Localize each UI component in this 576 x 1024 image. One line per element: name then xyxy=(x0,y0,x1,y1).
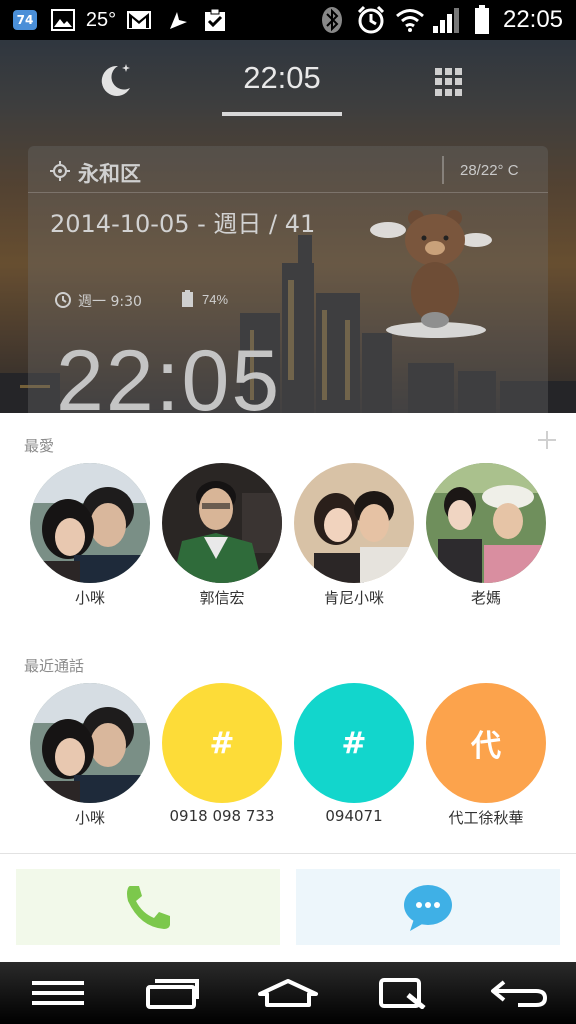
alarm-clock-icon xyxy=(54,290,72,308)
clipboard-check-icon xyxy=(200,0,230,40)
widget-tab-bar: 22:05 xyxy=(0,40,576,120)
favorite-contact[interactable]: 老媽 xyxy=(420,463,552,608)
chat-bubble-icon xyxy=(404,885,452,931)
recent-contact[interactable]: # 094071 xyxy=(288,683,420,825)
phone-icon xyxy=(127,886,170,929)
date-line: 2014-10-05 - 週日 / 41 xyxy=(50,210,316,238)
tab-clock[interactable]: 22:05 xyxy=(222,60,342,96)
battery-icon xyxy=(470,0,494,40)
favorite-contact[interactable]: 肯尼小咪 xyxy=(288,463,420,608)
favorite-contact[interactable]: 郭信宏 xyxy=(156,463,288,608)
avatar xyxy=(30,463,150,583)
home-widget: 22:05 永和区 28/22° C 2014-10-05 - 週日 / 41 xyxy=(0,40,576,413)
signal-icon xyxy=(430,0,464,40)
status-bar: 74 25° 22:05 xyxy=(0,0,576,40)
menu-icon[interactable] xyxy=(0,962,115,1024)
temperature-range: 28/22° C xyxy=(460,162,519,179)
bear-illustration xyxy=(368,206,498,346)
card-divider xyxy=(28,192,548,193)
favorite-contact[interactable]: 小咪 xyxy=(24,463,156,608)
avatar xyxy=(294,463,414,583)
avatar xyxy=(162,463,282,583)
grid-icon[interactable] xyxy=(435,68,463,96)
location-icon xyxy=(50,161,70,181)
recent-contact[interactable]: # 0918 098 733 xyxy=(156,683,288,825)
action-divider xyxy=(0,853,576,854)
message-button[interactable] xyxy=(296,869,560,945)
add-favorite-icon[interactable] xyxy=(537,430,557,450)
gmail-icon xyxy=(124,0,154,40)
next-alarm: 週一 9:30 xyxy=(78,294,142,310)
home-icon[interactable] xyxy=(230,962,345,1024)
android-notification-icon: 74 xyxy=(10,0,40,40)
avatar xyxy=(30,683,150,803)
contact-name: 肯尼小咪 xyxy=(323,589,384,607)
active-tab-indicator xyxy=(222,112,342,116)
card-separator xyxy=(442,156,444,184)
contact-name: 0918 098 733 xyxy=(169,807,275,825)
call-button[interactable] xyxy=(16,869,280,945)
contact-name: 老媽 xyxy=(470,589,501,607)
recent-contact[interactable]: 代 代工徐秋華 xyxy=(420,683,552,828)
bluetooth-icon xyxy=(318,0,346,40)
contacts-sheet: 最愛 小咪 郭信宏 肯尼小咪 老媽 最近通話 小咪 # 0918 098 733… xyxy=(0,413,576,962)
moon-icon[interactable] xyxy=(96,60,136,100)
status-clock: 22:05 xyxy=(502,6,564,33)
big-clock: 22:05 xyxy=(56,333,282,413)
contact-name: 094071 xyxy=(325,807,383,825)
recent-apps-icon[interactable] xyxy=(115,962,230,1024)
contact-name: 小咪 xyxy=(74,809,105,827)
contact-name: 代工徐秋華 xyxy=(448,809,524,827)
navigation-icon xyxy=(164,0,192,40)
letter-avatar: # xyxy=(294,683,414,803)
favorites-title: 最愛 xyxy=(24,437,55,455)
battery-level-icon xyxy=(182,290,193,307)
contact-name: 郭信宏 xyxy=(199,589,245,607)
battery-percent: 74% xyxy=(202,292,229,307)
letter-avatar: # xyxy=(162,683,282,803)
notification-count-badge: 74 xyxy=(13,10,37,30)
back-icon[interactable] xyxy=(461,962,576,1024)
contact-name: 小咪 xyxy=(74,589,105,607)
letter-avatar: 代 xyxy=(426,683,546,803)
location-name: 永和区 xyxy=(78,162,141,186)
recent-contact[interactable]: 小咪 xyxy=(24,683,156,828)
recent-calls-title: 最近通話 xyxy=(24,657,85,675)
weather-temperature: 25° xyxy=(85,8,117,31)
alarm-icon xyxy=(354,0,388,40)
qslide-icon[interactable] xyxy=(345,962,460,1024)
navigation-bar xyxy=(0,962,576,1024)
weather-card[interactable]: 永和区 28/22° C 2014-10-05 - 週日 / 41 週一 9:3… xyxy=(28,146,548,413)
avatar xyxy=(426,463,546,583)
wifi-icon xyxy=(394,0,426,40)
gallery-icon xyxy=(48,0,78,40)
